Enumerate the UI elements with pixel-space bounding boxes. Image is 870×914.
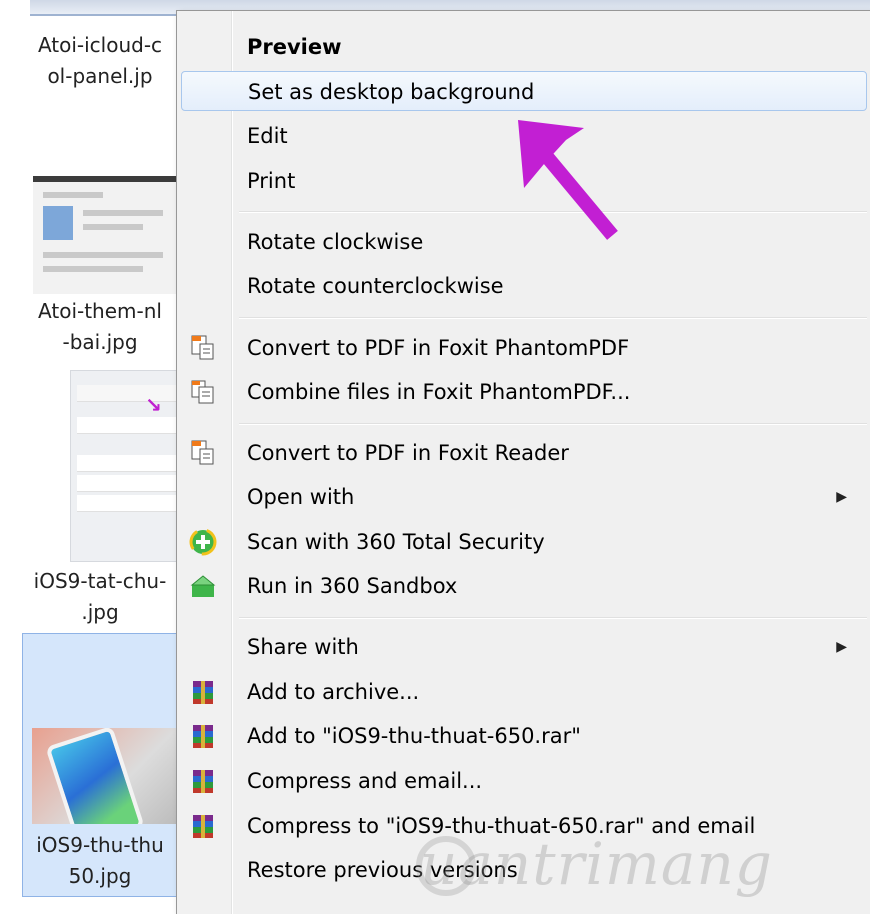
- menu-item-rotate-counterclockwise[interactable]: Rotate counterclockwise: [181, 266, 867, 306]
- file-thumbnail-iphone[interactable]: [32, 728, 178, 824]
- winrar-icon: [193, 770, 213, 793]
- menu-item-label: Open with: [247, 485, 355, 509]
- menu-item-label: Preview: [247, 35, 342, 59]
- file-thumbnail-web[interactable]: [33, 176, 178, 294]
- file-caption[interactable]: iOS9-tat-chu- .jpg: [20, 566, 180, 628]
- menu-item-label: Rotate clockwise: [247, 230, 424, 254]
- menu-separator: [239, 617, 867, 619]
- menu-item-label: Run in 360 Sandbox: [247, 574, 458, 598]
- menu-separator: [239, 317, 867, 319]
- 360-scan-icon: [189, 528, 217, 556]
- menu-item-preview[interactable]: Preview: [181, 27, 867, 67]
- submenu-arrow-icon: ▶: [836, 489, 847, 505]
- menu-item-label: Set as desktop background: [248, 80, 535, 104]
- submenu-arrow-icon: ▶: [836, 639, 847, 655]
- menu-item-label: Add to "iOS9-thu-thuat-650.rar": [247, 724, 581, 748]
- menu-item-share-with[interactable]: Share with ▶: [181, 627, 867, 667]
- file-caption[interactable]: Atoi-icloud-c ol-panel.jp: [20, 30, 180, 92]
- menu-item-label: Add to archive...: [247, 680, 420, 704]
- menu-item-label: Share with: [247, 635, 359, 659]
- menu-item-label: Edit: [247, 124, 288, 148]
- menu-item-label: Rotate counterclockwise: [247, 274, 504, 298]
- menu-item-add-to-rar[interactable]: Add to "iOS9-thu-thuat-650.rar": [181, 716, 867, 756]
- menu-separator: [239, 423, 867, 425]
- menu-item-run-360-sandbox[interactable]: Run in 360 Sandbox: [181, 566, 867, 606]
- menu-item-label: Print: [247, 169, 296, 193]
- menu-item-scan-360[interactable]: Scan with 360 Total Security: [181, 522, 867, 562]
- winrar-icon: [193, 681, 213, 704]
- menu-item-compress-and-email[interactable]: Compress and email...: [181, 761, 867, 801]
- pink-arrow-icon: ↘: [145, 393, 162, 417]
- menu-item-label: Compress and email...: [247, 769, 483, 793]
- menu-item-combine-files-phantom[interactable]: Combine files in Foxit PhantomPDF...: [181, 372, 867, 412]
- menu-item-convert-pdf-phantom[interactable]: Convert to PDF in Foxit PhantomPDF: [181, 328, 867, 368]
- 360-sandbox-icon: [190, 575, 216, 597]
- menu-item-add-to-archive[interactable]: Add to archive...: [181, 672, 867, 712]
- annotation-arrow-icon: [518, 120, 618, 240]
- menu-item-label: Combine files in Foxit PhantomPDF...: [247, 380, 631, 404]
- foxit-reader-icon: [191, 440, 214, 465]
- foxit-combine-icon: [191, 380, 214, 404]
- file-caption[interactable]: Atoi-them-nl -bai.jpg: [20, 296, 180, 358]
- menu-item-set-desktop-background[interactable]: Set as desktop background: [181, 71, 867, 111]
- menu-item-convert-pdf-reader[interactable]: Convert to PDF in Foxit Reader: [181, 433, 867, 473]
- winrar-icon: [193, 725, 213, 748]
- winrar-icon: [193, 815, 213, 838]
- menu-item-open-with[interactable]: Open with ▶: [181, 477, 867, 517]
- menu-item-label: Convert to PDF in Foxit Reader: [247, 441, 569, 465]
- menu-item-label: Convert to PDF in Foxit PhantomPDF: [247, 336, 630, 360]
- file-caption[interactable]: iOS9-thu-thu 50.jpg: [20, 830, 180, 892]
- menu-item-label: Scan with 360 Total Security: [247, 530, 545, 554]
- watermark: uantrimang: [420, 830, 773, 898]
- foxit-convert-icon: [191, 335, 214, 360]
- file-thumbnail-ios-settings[interactable]: ↘: [70, 370, 180, 562]
